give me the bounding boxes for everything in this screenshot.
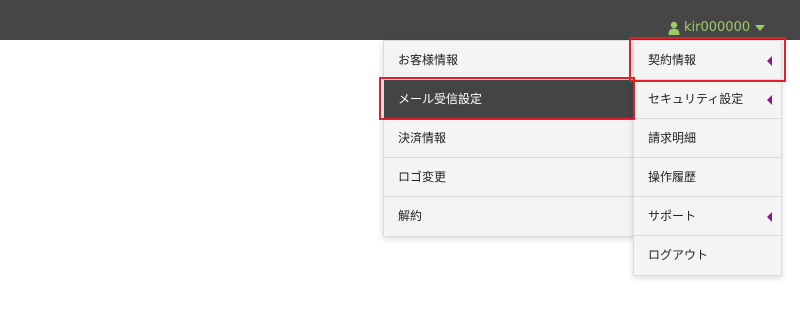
submenu-item-label: お客様情報 [398,53,459,67]
menu-item-support[interactable]: サポート [634,197,781,236]
user-account-menu[interactable]: kir000000 [668,20,766,35]
submenu-item-cancellation[interactable]: 解約 [384,197,633,236]
contract-info-submenu: お客様情報 メール受信設定 決済情報 ロゴ変更 解約 [383,40,634,237]
submenu-item-payment-info[interactable]: 決済情報 [384,119,633,158]
menu-item-operation-history[interactable]: 操作履歴 [634,158,781,197]
menu-item-label: 契約情報 [648,53,697,67]
top-navigation-bar: kir000000 [0,0,800,40]
user-icon [668,21,680,35]
caret-down-icon [755,24,766,31]
menu-item-label: ログアウト [648,248,709,262]
submenu-item-logo-change[interactable]: ロゴ変更 [384,158,633,197]
menu-item-label: 請求明細 [648,131,697,145]
menu-item-label: 操作履歴 [648,170,697,184]
menu-item-security-settings[interactable]: セキュリティ設定 [634,80,781,119]
submenu-arrow-icon [767,95,772,105]
account-dropdown-menu: 契約情報 セキュリティ設定 請求明細 操作履歴 サポート ログアウト [633,40,782,276]
submenu-item-mail-settings[interactable]: メール受信設定 [384,80,633,119]
menu-item-billing-statement[interactable]: 請求明細 [634,119,781,158]
menu-item-contract-info[interactable]: 契約情報 [634,41,781,80]
menu-item-label: サポート [648,209,697,223]
menu-item-logout[interactable]: ログアウト [634,236,781,275]
submenu-item-label: 決済情報 [398,131,447,145]
submenu-item-customer-info[interactable]: お客様情報 [384,41,633,80]
username-label: kir000000 [684,20,751,35]
submenu-item-label: メール受信設定 [398,92,483,106]
submenu-arrow-icon [767,212,772,222]
submenu-arrow-icon [767,56,772,66]
submenu-item-label: ロゴ変更 [398,170,447,184]
menu-item-label: セキュリティ設定 [648,92,744,106]
submenu-item-label: 解約 [398,209,423,223]
